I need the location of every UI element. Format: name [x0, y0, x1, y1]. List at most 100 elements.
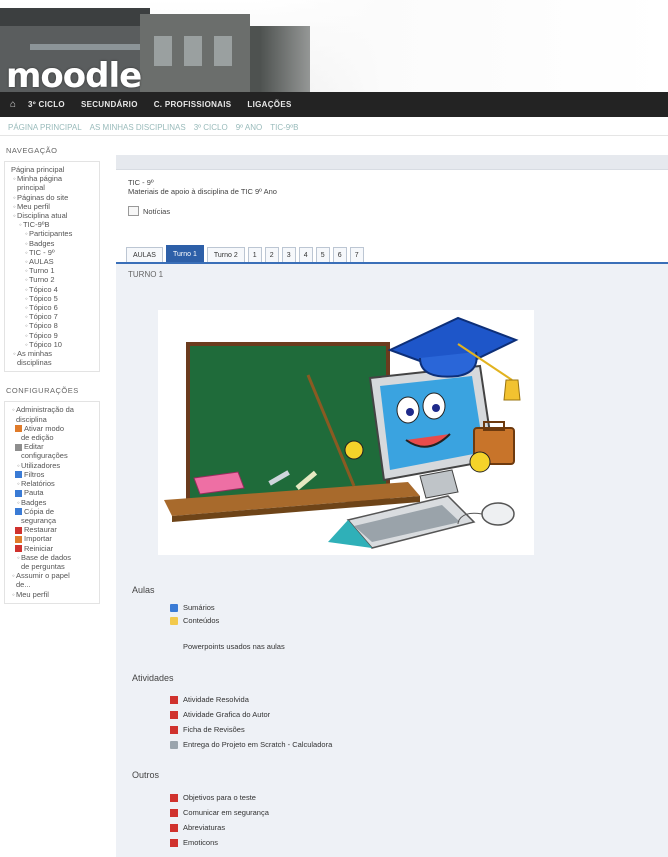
- nav-tree-item[interactable]: ◦ Badges: [5, 239, 99, 248]
- breadcrumb-3-ciclo[interactable]: 3º CICLO: [194, 123, 228, 132]
- nav-tree-item[interactable]: ◦ Meu perfil: [5, 202, 99, 211]
- bullet-icon: ◦: [25, 266, 28, 276]
- nav-tree-item[interactable]: ◦ Minha página: [5, 174, 99, 183]
- course-header: TIC - 9º Materiais de apoio à disciplina…: [116, 170, 668, 242]
- config-item[interactable]: ◦ Meu perfil: [5, 590, 99, 599]
- nav-tree-item[interactable]: ◦ Tópico 6: [5, 303, 99, 312]
- nav-tree-item[interactable]: ◦ AULAS: [5, 257, 99, 266]
- config-item[interactable]: ◦ Utilizadores: [5, 461, 99, 470]
- nav-tree-item[interactable]: ◦ Páginas do site: [5, 193, 99, 202]
- nav-tree-item-label: Turno 1: [29, 266, 55, 276]
- nav-tree-item-label: As minhas: [17, 349, 53, 359]
- nav-item-cursos-profissionais[interactable]: C. PROFISSIONAIS: [154, 100, 232, 109]
- config-item[interactable]: de edição: [5, 433, 99, 442]
- nav-tree-item[interactable]: ◦ TIC - 9º: [5, 248, 99, 257]
- config-item[interactable]: disciplina: [5, 415, 99, 424]
- config-item[interactable]: ◦ Badges: [5, 498, 99, 507]
- breadcrumb-9-ano[interactable]: 9º ANO: [236, 123, 263, 132]
- activity-conteudos[interactable]: Conteúdos: [170, 616, 219, 625]
- tab-6[interactable]: 6: [332, 247, 347, 262]
- nav-tree-item[interactable]: ◦ Disciplina atual: [5, 211, 99, 220]
- nav-tree-item[interactable]: principal: [5, 183, 99, 192]
- pdf-icon: [170, 823, 178, 832]
- nav-tree-item[interactable]: ◦ TIC-9ºB: [5, 220, 99, 229]
- config-item[interactable]: Reiniciar: [5, 544, 99, 553]
- tab-turno-1[interactable]: Turno 1: [165, 245, 204, 262]
- config-item-label: Filtros: [24, 469, 45, 479]
- nav-tree-item[interactable]: ◦ Tópico 10: [5, 340, 99, 349]
- nav-tree-item-label: Tópico 4: [29, 284, 58, 294]
- config-item[interactable]: ◦ Assumir o papel: [5, 571, 99, 580]
- config-item-label: Badges: [21, 497, 47, 507]
- tab-turno-2[interactable]: Turno 2: [206, 247, 245, 262]
- nav-item-secundario[interactable]: SECUNDÁRIO: [81, 100, 138, 109]
- nav-tree-item[interactable]: ◦ Turno 1: [5, 266, 99, 275]
- tab-4[interactable]: 4: [298, 247, 313, 262]
- tab-1[interactable]: 1: [247, 247, 262, 262]
- config-item-label: disciplina: [16, 414, 47, 424]
- activity-sumarios[interactable]: Sumários: [170, 603, 215, 612]
- config-item[interactable]: de...: [5, 580, 99, 589]
- breadcrumb-home[interactable]: PÁGINA PRINCIPAL: [8, 123, 82, 132]
- activity-resolvida[interactable]: Atividade Resolvida: [170, 695, 249, 704]
- config-item[interactable]: Cópia de: [5, 507, 99, 516]
- config-item[interactable]: ◦ Relatórios: [5, 479, 99, 488]
- activity-comunicar-seguranca[interactable]: Comunicar em segurança: [170, 808, 269, 817]
- nav-item-ligacoes[interactable]: LIGAÇÕES: [247, 100, 291, 109]
- nav-tree-item[interactable]: ◦ Tópico 7: [5, 312, 99, 321]
- nav-tree-item[interactable]: Página principal: [5, 165, 99, 174]
- config-item[interactable]: Ativar modo: [5, 424, 99, 433]
- home-icon[interactable]: ⌂: [10, 99, 16, 110]
- site-header-banner: moodle: [0, 0, 668, 92]
- config-item[interactable]: Importar: [5, 534, 99, 543]
- nav-tree-item-label: Badges: [29, 238, 55, 248]
- folder-icon: [170, 616, 178, 625]
- activity-grafica[interactable]: Atividade Grafica do Autor: [170, 710, 270, 719]
- activity-entrega-scratch[interactable]: Entrega do Projeto em Scratch - Calculad…: [170, 740, 332, 749]
- activity-emoticons[interactable]: Emoticons: [170, 838, 218, 847]
- config-item[interactable]: Restaurar: [5, 525, 99, 534]
- breadcrumb-my-courses[interactable]: AS MINHAS DISCIPLINAS: [90, 123, 186, 132]
- nav-item-3-ciclo[interactable]: 3º CICLO: [28, 100, 65, 109]
- tab-3[interactable]: 3: [281, 247, 296, 262]
- nav-tree-item[interactable]: ◦ Turno 2: [5, 275, 99, 284]
- configuration-block-title: CONFIGURAÇÕES: [6, 386, 79, 396]
- config-item[interactable]: Pauta: [5, 488, 99, 497]
- nav-tree-item[interactable]: ◦ As minhas: [5, 349, 99, 358]
- config-item-label: Assumir o papel: [16, 571, 70, 581]
- config-item[interactable]: Editar: [5, 442, 99, 451]
- nav-tree-item[interactable]: ◦ Tópico 9: [5, 331, 99, 340]
- config-item-label: Relatórios: [21, 479, 55, 489]
- restore-icon: [15, 526, 22, 534]
- config-item[interactable]: de perguntas: [5, 562, 99, 571]
- config-item[interactable]: ◦ Administração da: [5, 405, 99, 414]
- reset-icon: [15, 545, 22, 553]
- nav-tree-item[interactable]: ◦ Tópico 4: [5, 285, 99, 294]
- activity-abreviaturas[interactable]: Abreviaturas: [170, 823, 225, 832]
- tab-2[interactable]: 2: [264, 247, 279, 262]
- activity-objetivos-teste[interactable]: Objetivos para o teste: [170, 793, 256, 802]
- pdf-icon: [170, 808, 178, 817]
- moodle-logo[interactable]: moodle: [6, 56, 142, 92]
- activity-ficha-revisoes[interactable]: Ficha de Revisões: [170, 725, 245, 734]
- config-item[interactable]: ◦ Base de dados: [5, 553, 99, 562]
- config-item[interactable]: configurações: [5, 451, 99, 460]
- top-navigation-bar: ⌂ 3º CICLO SECUNDÁRIO C. PROFISSIONAIS L…: [0, 92, 668, 117]
- config-item[interactable]: Filtros: [5, 470, 99, 479]
- nav-tree-item[interactable]: ◦ Tópico 5: [5, 294, 99, 303]
- nav-tree-item-label: Tópico 6: [29, 303, 58, 313]
- breadcrumb-course[interactable]: TIC-9ºB: [270, 123, 298, 132]
- navigation-block: Página principal ◦ Minha página principal ◦ P…: [4, 161, 100, 373]
- tab-aulas[interactable]: AULAS: [126, 247, 163, 262]
- tab-5[interactable]: 5: [315, 247, 330, 262]
- news-forum-link[interactable]: Notícias: [128, 206, 656, 216]
- pdf-icon: [170, 710, 178, 719]
- bullet-icon: ◦: [25, 284, 28, 294]
- course-description: Materiais de apoio à disciplina de TIC 9…: [128, 187, 277, 196]
- nav-tree-item[interactable]: ◦ Tópico 8: [5, 321, 99, 330]
- nav-tree-item[interactable]: disciplinas: [5, 358, 99, 367]
- config-item[interactable]: segurança: [5, 516, 99, 525]
- configuration-block: ◦ Administração da disciplina Ativar modo de…: [4, 401, 100, 604]
- nav-tree-item[interactable]: ◦ Participantes: [5, 229, 99, 238]
- tab-7[interactable]: 7: [349, 247, 364, 262]
